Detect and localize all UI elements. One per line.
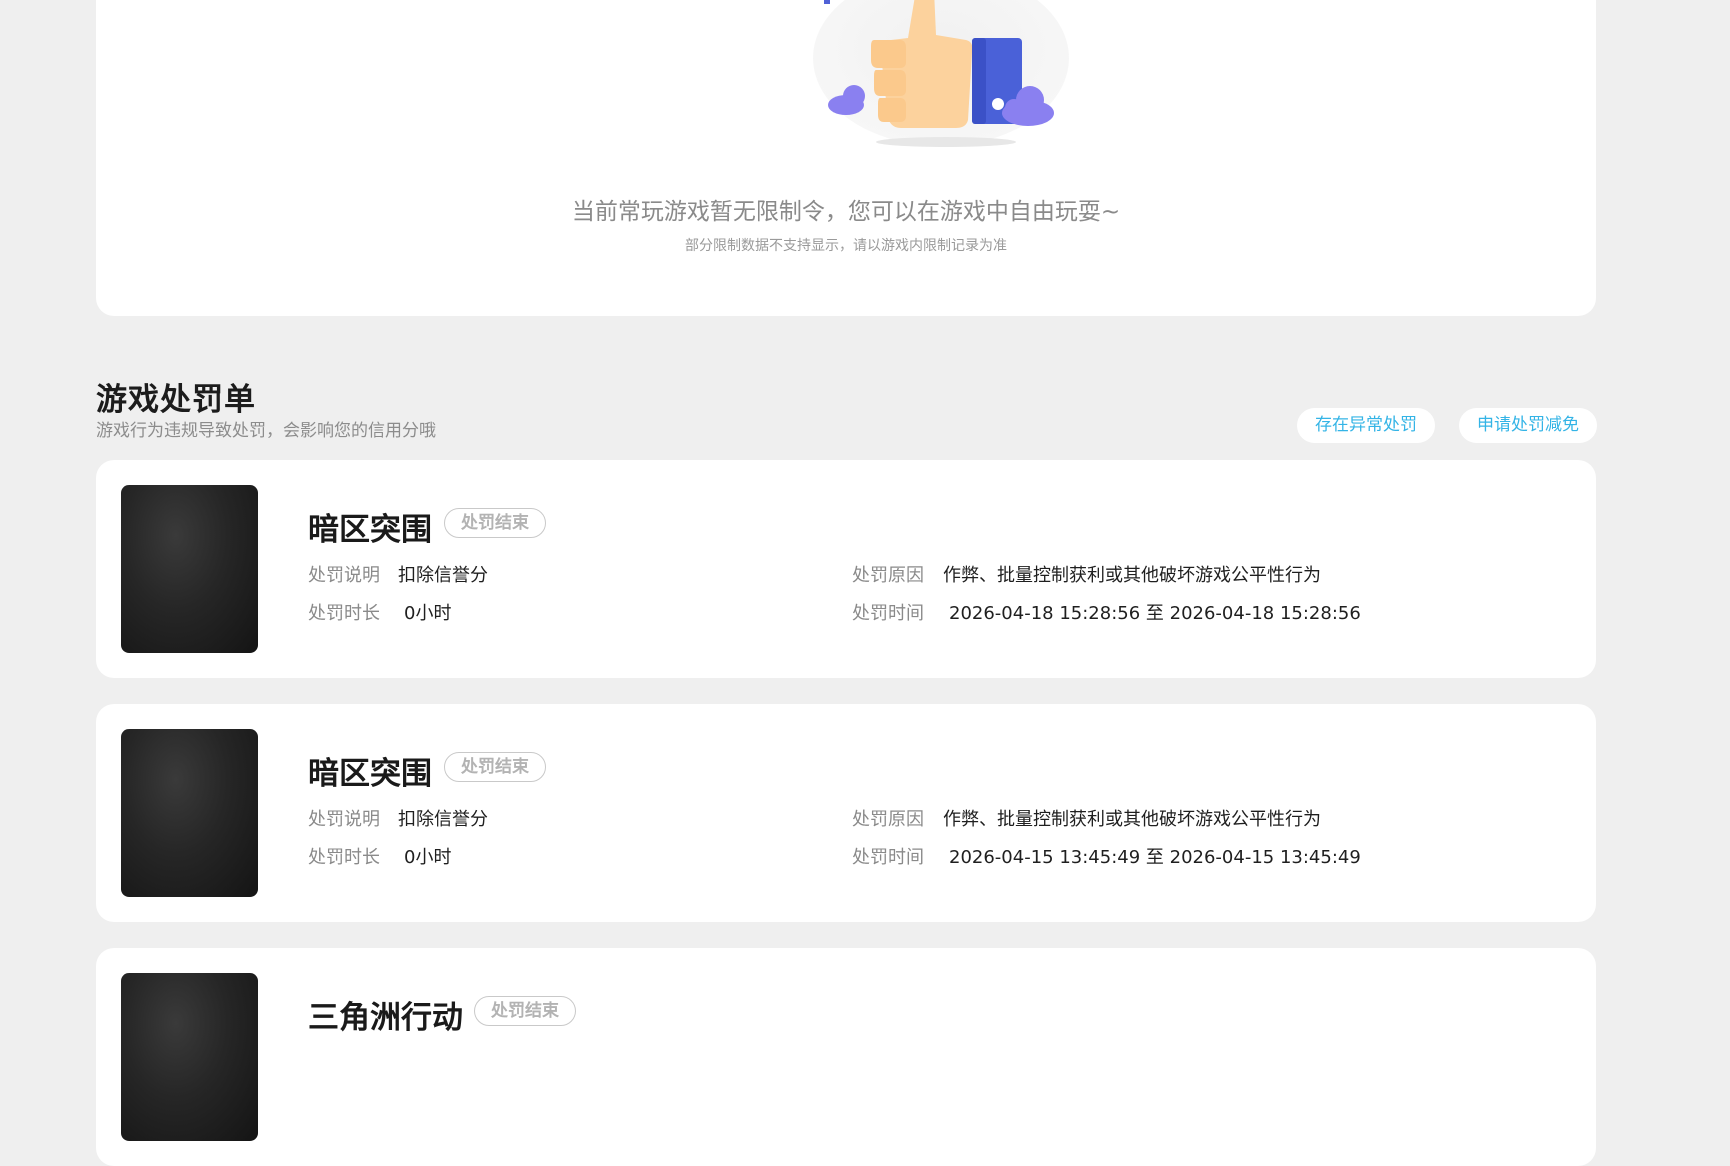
penalty-card[interactable]: 暗区突围 处罚结束 处罚说明 扣除信誉分 处罚时长 0小时 处罚原因 作弊、批量… [96,460,1596,678]
reason-label: 处罚原因 [852,809,924,830]
game-cover-image [121,485,258,653]
reason-label: 处罚原因 [852,565,924,586]
section-title: 游戏处罚单 [96,382,256,418]
game-name: 暗区突围 [308,512,432,548]
game-cover-image [121,729,258,897]
desc-value: 扣除信誉分 [398,565,488,586]
apply-penalty-reduction-button[interactable]: 申请处罚减免 [1459,408,1597,443]
duration-label: 处罚时长 [308,603,380,624]
penalty-card[interactable]: 三角洲行动 处罚结束 [96,948,1596,1166]
time-value: 2026-04-18 15:28:56 至 2026-04-18 15:28:5… [949,603,1361,624]
thumbs-up-illustration [813,0,1069,147]
game-name: 暗区突围 [308,756,432,792]
status-badge: 处罚结束 [444,508,546,538]
game-name: 三角洲行动 [308,1000,463,1036]
report-abnormal-penalty-button[interactable]: 存在异常处罚 [1297,408,1435,443]
time-value: 2026-04-15 13:45:49 至 2026-04-15 13:45:4… [949,847,1361,868]
time-label: 处罚时间 [852,603,924,624]
desc-value: 扣除信誉分 [398,809,488,830]
duration-label: 处罚时长 [308,847,380,868]
time-label: 处罚时间 [852,847,924,868]
reason-value: 作弊、批量控制获利或其他破坏游戏公平性行为 [943,565,1321,586]
desc-label: 处罚说明 [308,565,380,586]
status-badge: 处罚结束 [474,996,576,1026]
status-badge: 处罚结束 [444,752,546,782]
empty-state-note: 部分限制数据不支持显示，请以游戏内限制记录为准 [685,238,1007,254]
restriction-empty-card: 当前常玩游戏暂无限制令，您可以在游戏中自由玩耍~ 部分限制数据不支持显示，请以游… [96,0,1596,316]
empty-state-message: 当前常玩游戏暂无限制令，您可以在游戏中自由玩耍~ [571,199,1121,225]
duration-value: 0小时 [404,603,452,624]
desc-label: 处罚说明 [308,809,380,830]
reason-value: 作弊、批量控制获利或其他破坏游戏公平性行为 [943,809,1321,830]
game-cover-image [121,973,258,1141]
penalty-card[interactable]: 暗区突围 处罚结束 处罚说明 扣除信誉分 处罚时长 0小时 处罚原因 作弊、批量… [96,704,1596,922]
section-subtitle: 游戏行为违规导致处罚，会影响您的信用分哦 [96,421,436,441]
duration-value: 0小时 [404,847,452,868]
